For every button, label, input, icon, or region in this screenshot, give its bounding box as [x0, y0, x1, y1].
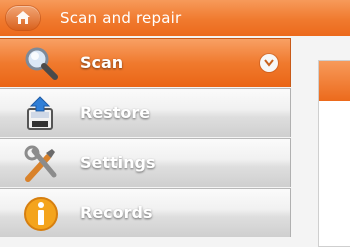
title-bar: Scan and repair [0, 0, 350, 36]
tools-icon [24, 145, 57, 182]
chevron-down-icon[interactable] [260, 54, 278, 72]
sidebar-item-label: Settings [80, 153, 156, 172]
magnifier-icon [25, 47, 58, 80]
sidebar-item-settings[interactable]: Settings [0, 138, 291, 187]
sidebar-item-label: Restore [80, 103, 151, 122]
info-icon [24, 197, 58, 231]
sidebar-nav: Scan Restore Settings Records [0, 38, 292, 240]
sidebar-item-records[interactable]: Records [0, 188, 291, 237]
sidebar-item-restore[interactable]: Restore [0, 88, 291, 137]
home-button[interactable] [6, 6, 40, 30]
restore-icon [27, 96, 53, 130]
content-panel [318, 60, 350, 247]
home-icon [16, 11, 30, 24]
sidebar-item-label: Scan [80, 53, 124, 72]
sidebar-item-label: Records [80, 203, 153, 222]
content-panel-header [319, 61, 350, 101]
window-title: Scan and repair [60, 9, 182, 27]
sidebar-item-scan[interactable]: Scan [0, 38, 291, 87]
